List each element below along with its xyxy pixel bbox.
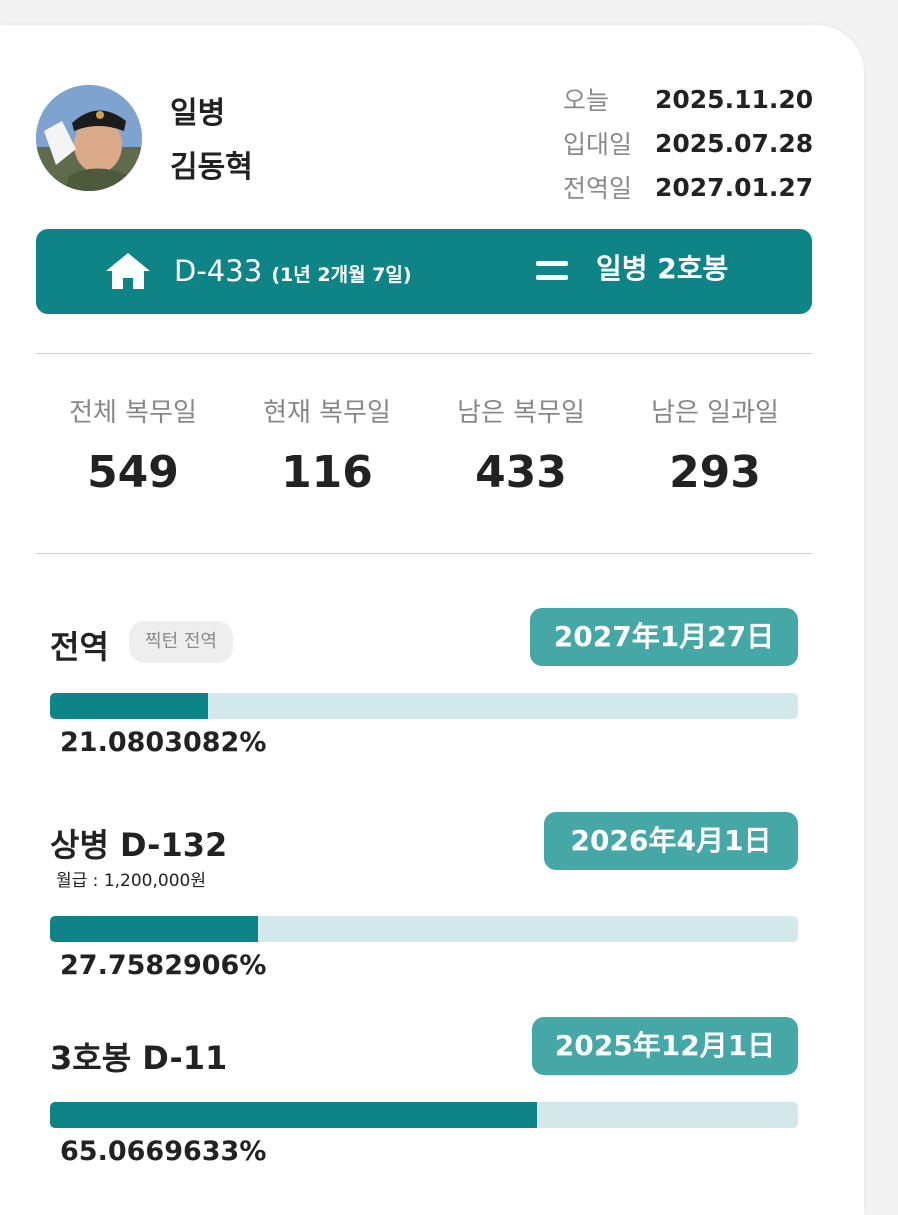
- stat-label: 현재 복무일: [263, 398, 391, 428]
- date-value: 2025.11.20: [655, 84, 814, 114]
- progress-bar-pay-step: [50, 1102, 798, 1128]
- milestone-title-discharge: 전역: [50, 628, 109, 666]
- stat-value: 549: [87, 447, 179, 498]
- progress-bar-discharge: [50, 693, 798, 719]
- home-icon: [106, 253, 150, 289]
- profile-photo: [36, 85, 142, 191]
- avatar[interactable]: [36, 85, 142, 191]
- stat-remaining-workdays: 남은 일과일 293: [618, 392, 812, 498]
- milestone-title-promotion: 상병 D-132: [50, 826, 228, 864]
- rank-insignia-icon: [536, 261, 568, 280]
- stat-label: 남은 복무일: [457, 398, 585, 428]
- stat-value: 433: [475, 447, 567, 498]
- stat-remaining-days: 남은 복무일 433: [424, 392, 618, 498]
- divider: [36, 553, 812, 554]
- date-value: 2025.07.28: [655, 128, 814, 158]
- milestone-date-discharge[interactable]: 2027年1月27日: [530, 608, 798, 666]
- d-day-count: D-433 (1년 2개월 7일): [174, 251, 412, 295]
- stat-total-days: 전체 복무일 549: [36, 392, 230, 498]
- progress-fill: [50, 916, 258, 942]
- progress-bar-promotion: [50, 916, 798, 942]
- progress-fill: [50, 1102, 537, 1128]
- d-day-detail: (1년 2개월 7일): [271, 264, 412, 286]
- milestone-title-pay-step: 3호봉 D-11: [50, 1039, 228, 1077]
- date-row-enlistment: 입대일 2025.07.28: [563, 121, 813, 165]
- stat-served-days: 현재 복무일 116: [230, 392, 424, 498]
- date-row-discharge: 전역일 2027.01.27: [563, 165, 813, 209]
- rank-step: 일병 2호봉: [596, 252, 729, 285]
- date-label: 입대일: [563, 130, 633, 159]
- divider: [36, 353, 812, 354]
- stat-label: 남은 일과일: [651, 398, 779, 428]
- date-label: 전역일: [563, 174, 633, 203]
- stat-value: 116: [281, 447, 373, 498]
- progress-fill: [50, 693, 208, 719]
- milestone-tag: 찍턴 전역: [129, 621, 233, 663]
- profile-rank: 일병: [170, 96, 226, 131]
- progress-percent-discharge: 21.0803082%: [60, 727, 267, 758]
- stat-value: 293: [669, 447, 761, 498]
- date-label: 오늘: [563, 86, 610, 115]
- stat-label: 전체 복무일: [69, 398, 197, 428]
- d-day-banner[interactable]: D-433 (1년 2개월 7일) 일병 2호봉: [36, 229, 812, 314]
- date-row-today: 오늘 2025.11.20: [563, 77, 813, 121]
- milestone-date-pay-step[interactable]: 2025年12月1日: [532, 1017, 798, 1075]
- progress-percent-promotion: 27.7582906%: [60, 950, 267, 981]
- d-day-value: D-433: [174, 254, 263, 288]
- milestone-salary: 월급 : 1,200,000원: [56, 871, 206, 891]
- date-value: 2027.01.27: [655, 172, 814, 202]
- profile-name: 김동혁: [170, 150, 253, 185]
- date-list: 오늘 2025.11.20 입대일 2025.07.28 전역일 2027.01…: [563, 77, 813, 209]
- progress-percent-pay-step: 65.0669633%: [60, 1136, 267, 1167]
- milestone-date-promotion[interactable]: 2026年4月1日: [544, 812, 798, 870]
